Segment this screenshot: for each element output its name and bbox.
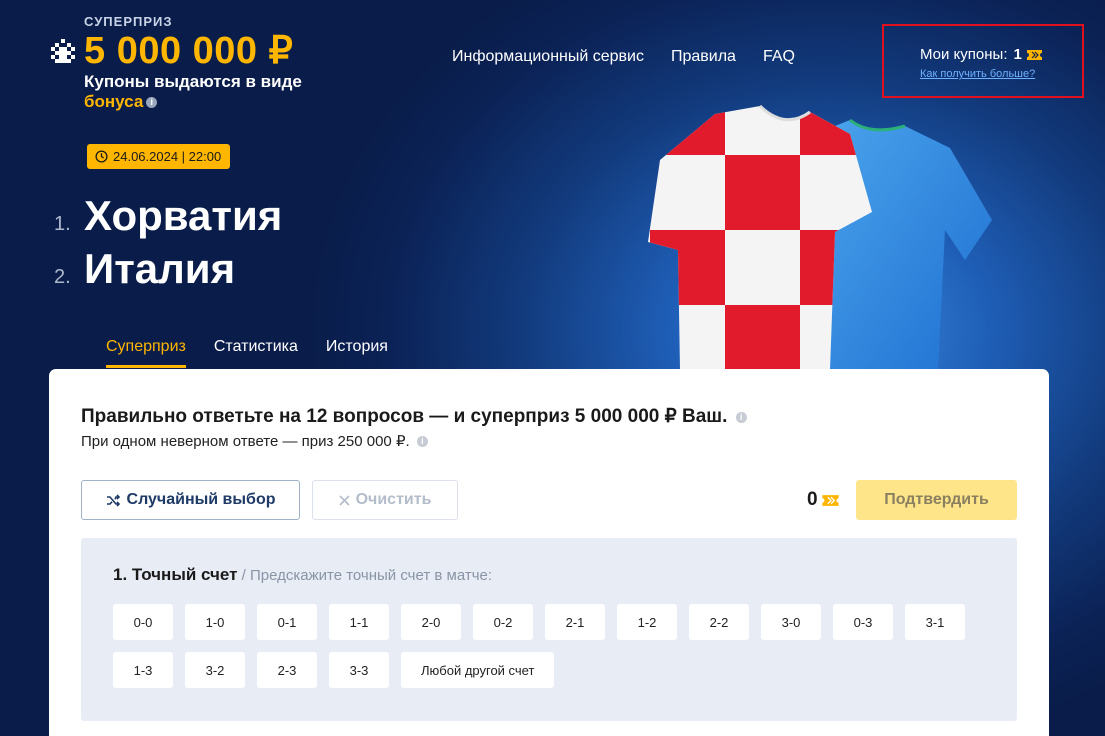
nav-rules[interactable]: Правила	[671, 48, 736, 66]
selected-coupon-count-value: 0	[807, 489, 818, 510]
superprize-label: СУПЕРПРИЗ	[84, 14, 173, 29]
score-option-any-other[interactable]: Любой другой счет	[401, 652, 555, 688]
my-coupons-title: Мои купоны: 1	[920, 46, 1043, 63]
team-1-number: 1.	[54, 213, 71, 235]
my-coupons-label: Мои купоны:	[920, 46, 1008, 63]
match-datetime: 24.06.2024 | 22:00	[113, 149, 222, 164]
coupons-note-line1: Купоны выдаются в виде	[84, 72, 302, 91]
tab-history[interactable]: История	[326, 338, 388, 368]
score-option[interactable]: 2-0	[401, 604, 461, 640]
match-date-badge: 24.06.2024 | 22:00	[87, 144, 231, 169]
tab-superprize[interactable]: Суперприз	[106, 338, 186, 368]
card-subtitle-text: При одном неверном ответе — приз 250 000…	[81, 433, 410, 450]
superprize-amount: 5 000 000 ₽	[84, 30, 294, 72]
clock-icon	[95, 150, 108, 163]
team-2: 2. Италия	[54, 245, 235, 293]
clear-label: Очистить	[355, 491, 432, 508]
score-options: 0-0 1-0 0-1 1-1 2-0 0-2 2-1 1-2 2-2 3-0 …	[113, 604, 993, 688]
match-tabs: Суперприз Статистика История	[106, 338, 416, 368]
score-option[interactable]: 0-3	[833, 604, 893, 640]
question-1-title: 1. Точный счет / Предскажите точный счет…	[113, 565, 492, 585]
info-icon[interactable]: i	[416, 436, 428, 447]
superprize-card: Правильно ответьте на 12 вопросов — и су…	[49, 369, 1049, 736]
top-nav: Информационный сервис Правила FAQ	[452, 48, 795, 66]
card-title: Правильно ответьте на 12 вопросов — и су…	[81, 405, 747, 428]
team-1-name: Хорватия	[84, 192, 283, 239]
team-jerseys-illustration	[648, 104, 992, 370]
score-option[interactable]: 3-1	[905, 604, 965, 640]
bonus-link[interactable]: бонуса	[84, 92, 143, 111]
score-option[interactable]: 1-2	[617, 604, 677, 640]
get-more-coupons-link[interactable]: Как получить больше?	[920, 68, 1035, 80]
question-hint: / Предскажите точный счет в матче:	[237, 567, 493, 584]
random-choice-button[interactable]: Случайный выбор	[81, 480, 300, 520]
coupons-note: Купоны выдаются в виде бонуса i	[84, 72, 302, 112]
trophy-pixel-icon	[51, 39, 75, 63]
score-option[interactable]: 1-0	[185, 604, 245, 640]
score-option[interactable]: 0-0	[113, 604, 173, 640]
score-option[interactable]: 0-1	[257, 604, 317, 640]
card-title-text: Правильно ответьте на 12 вопросов — и су…	[81, 406, 728, 427]
score-option[interactable]: 1-1	[329, 604, 389, 640]
confirm-button[interactable]: Подтвердить	[856, 480, 1017, 520]
ticket-icon	[821, 494, 839, 506]
my-coupons-count: 1	[1013, 46, 1022, 63]
clear-button[interactable]: Очистить	[312, 480, 458, 520]
info-icon[interactable]: i	[735, 412, 747, 423]
selected-coupon-count: 0	[807, 489, 840, 511]
score-option[interactable]: 2-3	[257, 652, 317, 688]
info-icon[interactable]: i	[146, 97, 158, 108]
nav-faq[interactable]: FAQ	[763, 48, 795, 66]
shuffle-icon	[106, 493, 120, 507]
score-option[interactable]: 3-3	[329, 652, 389, 688]
tab-statistics[interactable]: Статистика	[214, 338, 298, 368]
score-option[interactable]: 3-2	[185, 652, 245, 688]
question-1-panel: 1. Точный счет / Предскажите точный счет…	[81, 538, 1017, 721]
team-2-name: Италия	[84, 245, 236, 292]
random-choice-label: Случайный выбор	[126, 491, 276, 508]
card-subtitle: При одном неверном ответе — приз 250 000…	[81, 432, 428, 450]
ticket-icon	[1027, 50, 1042, 60]
my-coupons-box: Мои купоны: 1 Как получить больше?	[882, 24, 1084, 98]
score-option[interactable]: 1-3	[113, 652, 173, 688]
close-icon	[339, 494, 350, 506]
score-option[interactable]: 2-2	[689, 604, 749, 640]
team-1: 1. Хорватия	[54, 192, 282, 240]
nav-info-service[interactable]: Информационный сервис	[452, 48, 644, 66]
question-title-text: 1. Точный счет	[113, 565, 238, 584]
score-option[interactable]: 3-0	[761, 604, 821, 640]
score-option[interactable]: 2-1	[545, 604, 605, 640]
team-2-number: 2.	[54, 266, 71, 288]
score-option[interactable]: 0-2	[473, 604, 533, 640]
